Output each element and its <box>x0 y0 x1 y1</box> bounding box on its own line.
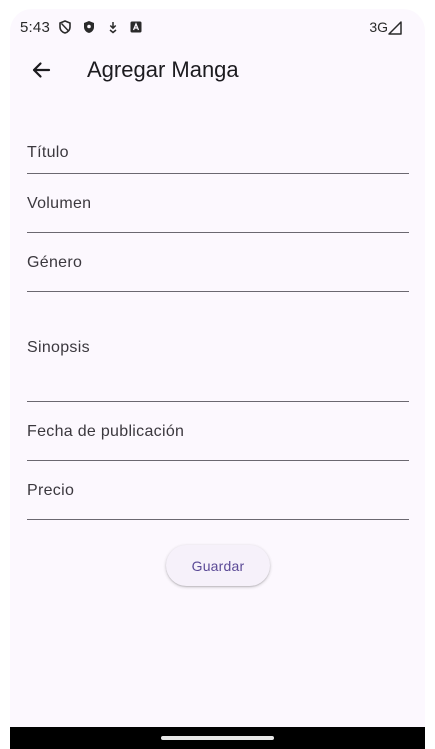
title-field-label: Título <box>27 144 69 161</box>
page-title: Agregar Manga <box>87 57 239 82</box>
app-bar: Agregar Manga <box>10 45 425 95</box>
genre-field[interactable]: Género <box>27 233 409 292</box>
save-button[interactable]: Guardar <box>166 545 270 586</box>
download-icon <box>109 22 117 34</box>
signal-icon <box>388 21 402 35</box>
price-field[interactable]: Precio <box>27 461 409 520</box>
app-badge-icon <box>130 21 142 33</box>
synopsis-field-label: Sinopsis <box>27 339 90 356</box>
genre-field-label: Género <box>27 254 83 271</box>
status-time: 5:43 <box>20 19 50 36</box>
app-screen: 5:43 3G Agregar Manga Título Volumen Gén… <box>10 9 425 727</box>
home-gesture-handle[interactable] <box>161 736 274 740</box>
arrow-left-icon <box>32 62 51 78</box>
manga-form: Título Volumen Género Sinopsis Fecha de … <box>27 95 409 520</box>
price-field-label: Precio <box>27 482 75 499</box>
publication-date-field[interactable]: Fecha de publicación <box>27 402 409 461</box>
publication-date-field-label: Fecha de publicación <box>27 423 185 440</box>
status-bar: 5:43 3G <box>10 9 425 45</box>
synopsis-field[interactable]: Sinopsis <box>27 292 409 402</box>
back-button[interactable] <box>26 55 56 85</box>
shield-filled-icon <box>84 21 94 33</box>
network-type: 3G <box>369 19 388 35</box>
title-field[interactable]: Título <box>27 95 409 174</box>
volume-field-label: Volumen <box>27 195 92 212</box>
shield-outline-icon <box>59 20 71 34</box>
navigation-bar <box>10 727 425 749</box>
volume-field[interactable]: Volumen <box>27 174 409 233</box>
device-frame: 5:43 3G Agregar Manga Título Volumen Gén… <box>0 0 435 749</box>
